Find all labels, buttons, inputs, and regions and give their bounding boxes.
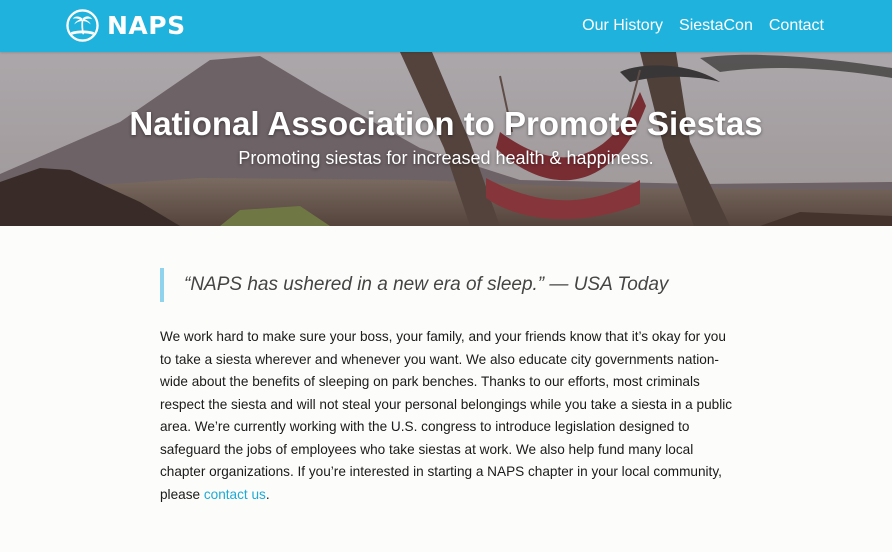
about-paragraph: We work hard to make sure your boss, you… bbox=[160, 326, 740, 506]
about-paragraph-text: We work hard to make sure your boss, you… bbox=[160, 329, 733, 502]
nav-links: Our History SiestaCon Contact bbox=[566, 0, 824, 52]
paragraph-period: . bbox=[265, 486, 270, 502]
nav-link-our-history[interactable]: Our History bbox=[582, 17, 663, 35]
hero-subtitle: Promoting siestas for increased health &… bbox=[238, 148, 654, 168]
nav-link-siestacon[interactable]: SiestaCon bbox=[679, 17, 753, 35]
contact-us-link[interactable]: contact us bbox=[204, 487, 266, 502]
testimonial-quote: “NAPS has ushered in a new era of sleep.… bbox=[160, 268, 740, 302]
hero-banner: National Association to Promote Siestas … bbox=[0, 52, 892, 226]
brand-name: NAPS bbox=[107, 10, 186, 40]
main-content: “NAPS has ushered in a new era of sleep.… bbox=[160, 268, 740, 506]
palm-tree-logo-icon bbox=[66, 8, 99, 42]
top-navbar: NAPS Our History SiestaCon Contact bbox=[0, 0, 892, 52]
hero-title: National Association to Promote Siestas bbox=[129, 105, 763, 142]
brand-logo-link[interactable]: NAPS bbox=[66, 8, 186, 42]
nav-link-contact[interactable]: Contact bbox=[769, 17, 824, 35]
